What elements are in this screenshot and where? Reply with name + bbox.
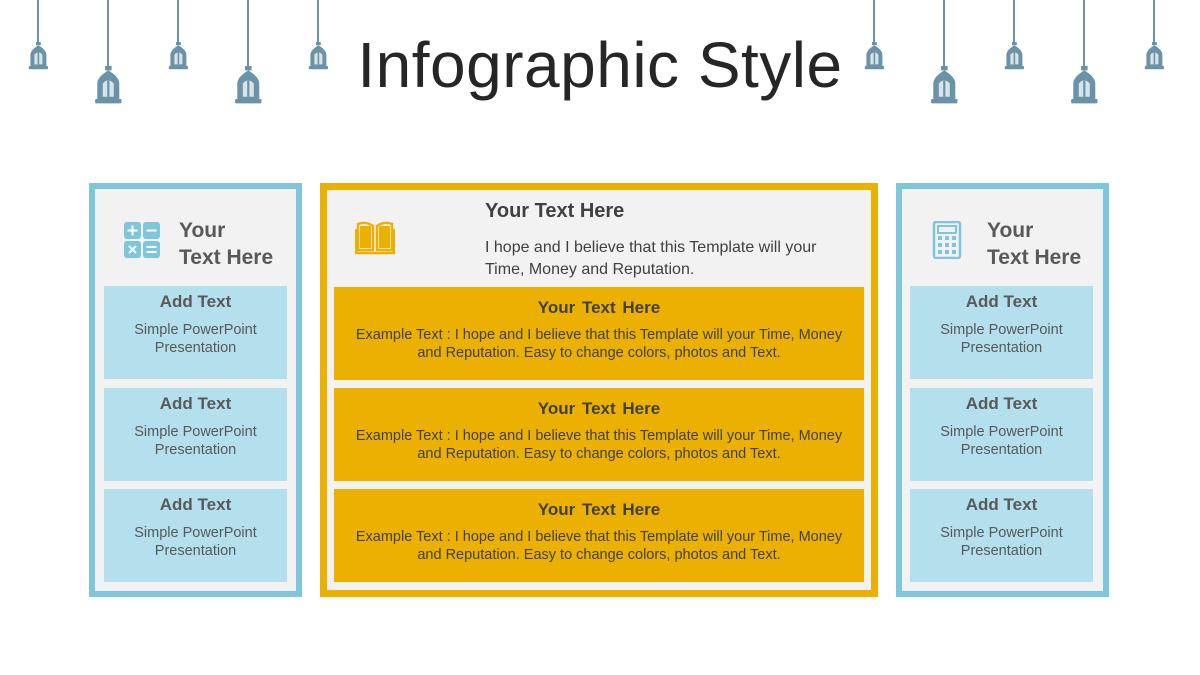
calculator-icon xyxy=(928,220,966,260)
right-item-3: Add Text Simple PowerPoint Presentation xyxy=(910,489,1093,582)
right-item-title: Add Text xyxy=(965,495,1038,514)
left-item-2: Add Text Simple PowerPoint Presentation xyxy=(104,388,287,481)
right-item-title: Add Text xyxy=(965,292,1038,311)
center-item-1: Your Text Here Example Text : I hope and… xyxy=(334,287,864,380)
calculator-keys-icon xyxy=(123,221,161,259)
left-heading-line1: Your xyxy=(179,219,226,242)
right-item-1: Add Text Simple PowerPoint Presentation xyxy=(910,286,1093,379)
right-item-subtitle: Simple PowerPoint Presentation xyxy=(940,525,1063,559)
right-panel-header: Your Text Here xyxy=(902,207,1103,277)
center-heading: Your Text Here xyxy=(485,200,625,222)
right-item-subtitle: Simple PowerPoint Presentation xyxy=(940,322,1063,356)
left-item-3: Add Text Simple PowerPoint Presentation xyxy=(104,489,287,582)
left-heading-line2: Text Here xyxy=(179,246,274,269)
left-item-title: Add Text xyxy=(159,394,232,413)
center-item-2: Your Text Here Example Text : I hope and… xyxy=(334,388,864,481)
left-item-1: Add Text Simple PowerPoint Presentation xyxy=(104,286,287,379)
right-item-subtitle: Simple PowerPoint Presentation xyxy=(940,424,1063,458)
center-description: I hope and I believe that this Template … xyxy=(485,239,817,278)
left-item-subtitle: Simple PowerPoint Presentation xyxy=(134,322,257,356)
left-panel-header: Your Text Here xyxy=(95,207,296,277)
right-item-2: Add Text Simple PowerPoint Presentation xyxy=(910,388,1093,481)
right-item-title: Add Text xyxy=(965,394,1038,413)
center-panel: Your Text Here I hope and I believe that… xyxy=(320,183,878,597)
left-item-title: Add Text xyxy=(159,495,232,514)
center-item-3: Your Text Here Example Text : I hope and… xyxy=(334,489,864,582)
right-heading-line1: Your xyxy=(987,219,1034,242)
center-item-title: Your Text Here xyxy=(537,399,661,418)
open-book-icon xyxy=(354,218,396,256)
center-item-title: Your Text Here xyxy=(537,298,661,317)
right-heading-line2: Text Here xyxy=(987,246,1082,269)
center-item-title: Your Text Here xyxy=(537,500,661,519)
left-item-subtitle: Simple PowerPoint Presentation xyxy=(134,525,257,559)
center-item-text: Example Text : I hope and I believe that… xyxy=(355,327,843,361)
right-panel: Your Text Here Add Text Simple PowerPoin… xyxy=(896,183,1109,597)
left-item-title: Add Text xyxy=(159,292,232,311)
left-panel: Your Text Here Add Text Simple PowerPoin… xyxy=(89,183,302,597)
left-item-subtitle: Simple PowerPoint Presentation xyxy=(134,424,257,458)
center-item-text: Example Text : I hope and I believe that… xyxy=(355,428,843,462)
center-item-text: Example Text : I hope and I believe that… xyxy=(355,529,843,563)
